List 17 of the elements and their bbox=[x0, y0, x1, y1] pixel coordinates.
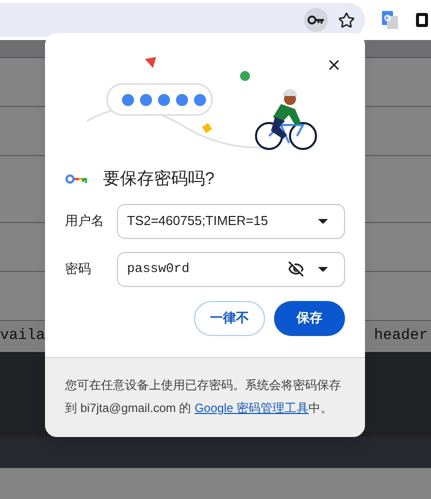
username-field[interactable]: TS2=460755;TIMER=15 bbox=[117, 204, 345, 238]
never-button[interactable]: 一律不 bbox=[194, 300, 265, 336]
dialog-title: 要保存密码吗? bbox=[103, 168, 214, 190]
page-text: vaila bbox=[0, 326, 46, 346]
bookmark-star-icon[interactable] bbox=[338, 12, 355, 28]
extension-icon[interactable] bbox=[416, 13, 428, 27]
field-label: 密码 bbox=[65, 260, 92, 278]
page-text: header bbox=[374, 326, 429, 346]
hide-password-icon[interactable] bbox=[288, 261, 304, 277]
field-label: 用户名 bbox=[65, 212, 105, 230]
password-field[interactable]: passw0rd bbox=[117, 252, 345, 286]
key-icon bbox=[65, 174, 87, 184]
save-button[interactable]: 保存 bbox=[274, 300, 345, 336]
footer-note: 您可在任意设备上使用已存密码。系统会将密码保存到 bi7jta@gmail.com 的 Google 密码管理工具中。 bbox=[65, 376, 342, 416]
password-manager-link[interactable]: Google 密码管理工具 bbox=[194, 400, 309, 414]
translate-icon[interactable] bbox=[382, 11, 398, 29]
key-icon[interactable] bbox=[304, 8, 328, 32]
